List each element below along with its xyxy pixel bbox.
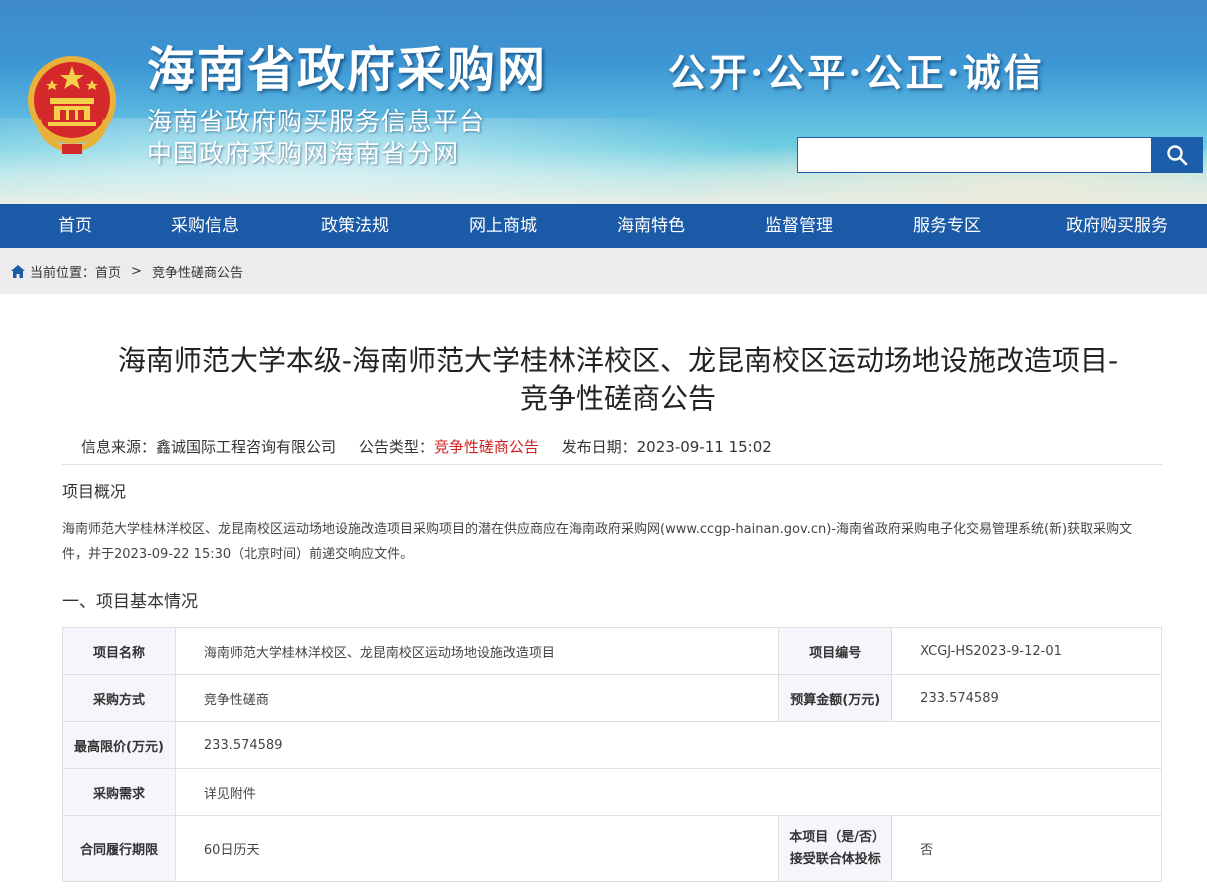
project-name-value: 海南师范大学桂林洋校区、龙昆南校区运动场地设施改造项目: [174, 627, 780, 675]
section-basic-info-heading: 一、项目基本情况: [62, 592, 198, 612]
search-input[interactable]: [797, 137, 1151, 173]
project-name-label: 项目名称: [62, 627, 176, 675]
table-row: 合同履行期限 60日历天 本项目（是/否） 接受联合体投标 否: [62, 815, 1162, 882]
meta-date-value: 2023-09-11 15:02: [636, 438, 772, 456]
budget-label: 预算金额(万元): [778, 674, 893, 722]
article-title-line-1: 海南师范大学本级-海南师范大学桂林洋校区、龙昆南校区运动场地设施改造项目-: [117, 344, 1119, 377]
consortium-value: 否: [891, 815, 1162, 882]
nav-item-hainan-feature[interactable]: 海南特色: [556, 204, 746, 248]
period-value: 60日历天: [174, 815, 780, 882]
nav-item-policy[interactable]: 政策法规: [260, 204, 450, 248]
overview-heading: 项目概况: [62, 482, 127, 501]
home-icon: [11, 264, 25, 278]
method-label: 采购方式: [62, 674, 176, 722]
search-bar: [797, 137, 1203, 173]
meta-type-label: 公告类型：: [358, 438, 434, 456]
nav-item-online-mall[interactable]: 网上商城: [450, 204, 556, 248]
article: 海南师范大学本级-海南师范大学桂林洋校区、龙昆南校区运动场地设施改造项目- 竞争…: [0, 342, 1207, 882]
project-info-table: 项目名称 海南师范大学桂林洋校区、龙昆南校区运动场地设施改造项目 项目编号 XC…: [62, 627, 1163, 882]
meta-source-label: 信息来源：: [81, 438, 157, 456]
article-title-line-2: 竞争性磋商公告: [519, 382, 716, 415]
demand-value: 详见附件: [174, 768, 1163, 816]
breadcrumb-current[interactable]: 竞争性磋商公告: [152, 262, 243, 281]
meta-source-value: 鑫诚国际工程咨询有限公司: [156, 438, 337, 456]
max-price-label: 最高限价(万元): [62, 721, 176, 769]
demand-label: 采购需求: [62, 768, 176, 816]
project-no-label: 项目编号: [778, 627, 893, 675]
divider: [62, 464, 1162, 465]
search-button[interactable]: [1151, 137, 1203, 173]
article-title: 海南师范大学本级-海南师范大学桂林洋校区、龙昆南校区运动场地设施改造项目- 竞争…: [62, 342, 1162, 418]
header-banner: 海南省政府采购网 海南省政府购买服务信息平台 中国政府采购网海南省分网 公开·公…: [0, 0, 1207, 204]
national-emblem-icon: [28, 56, 116, 154]
nav-item-gov-purchase-service[interactable]: 政府购买服务: [1042, 204, 1192, 248]
consortium-label-line-2: 接受联合体投标: [789, 851, 881, 867]
nav-item-procurement-info[interactable]: 采购信息: [150, 204, 260, 248]
nav-item-service-zone[interactable]: 服务专区: [852, 204, 1042, 248]
table-row: 最高限价(万元) 233.574589: [62, 721, 1163, 769]
site-slogan: 公开·公平·公正·诚信: [668, 50, 1045, 95]
project-no-value: XCGJ-HS2023-9-12-01: [891, 627, 1162, 675]
table-row: 采购需求 详见附件: [62, 768, 1163, 816]
consortium-label-line-1: 本项目（是/否）: [789, 829, 885, 845]
article-meta: 信息来源：鑫诚国际工程咨询有限公司 公告类型：竞争性磋商公告 发布日期：2023…: [62, 436, 1162, 464]
site-subtitle-branch: 中国政府采购网海南省分网: [147, 139, 460, 168]
overview-text: 海南师范大学桂林洋校区、龙昆南校区运动场地设施改造项目采购项目的潜在供应商应在海…: [62, 522, 1133, 562]
main-nav: 首页 采购信息 政策法规 网上商城 海南特色 监督管理 服务专区 政府购买服务: [0, 204, 1207, 248]
breadcrumb-prefix: 当前位置：: [30, 265, 96, 281]
meta-type-value: 竞争性磋商公告: [433, 438, 539, 456]
breadcrumb: 当前位置： 首页 > 竞争性磋商公告: [0, 248, 1207, 294]
search-icon: [1167, 145, 1188, 166]
breadcrumb-home-link[interactable]: 首页: [95, 262, 121, 281]
site-title: 海南省政府采购网: [147, 42, 548, 98]
method-value: 竞争性磋商: [174, 674, 780, 722]
site-subtitle-service-platform: 海南省政府购买服务信息平台: [147, 107, 486, 136]
period-label: 合同履行期限: [62, 815, 176, 882]
consortium-label: 本项目（是/否） 接受联合体投标: [778, 815, 893, 882]
budget-value: 233.574589: [891, 674, 1162, 722]
breadcrumb-separator: >: [131, 263, 142, 279]
nav-item-supervision[interactable]: 监督管理: [746, 204, 852, 248]
table-row: 项目名称 海南师范大学桂林洋校区、龙昆南校区运动场地设施改造项目 项目编号 XC…: [62, 627, 1162, 675]
nav-item-home[interactable]: 首页: [0, 204, 150, 248]
meta-date-label: 发布日期：: [561, 438, 637, 456]
max-price-value: 233.574589: [174, 721, 1163, 769]
table-row: 采购方式 竞争性磋商 预算金额(万元) 233.574589: [62, 674, 1162, 722]
